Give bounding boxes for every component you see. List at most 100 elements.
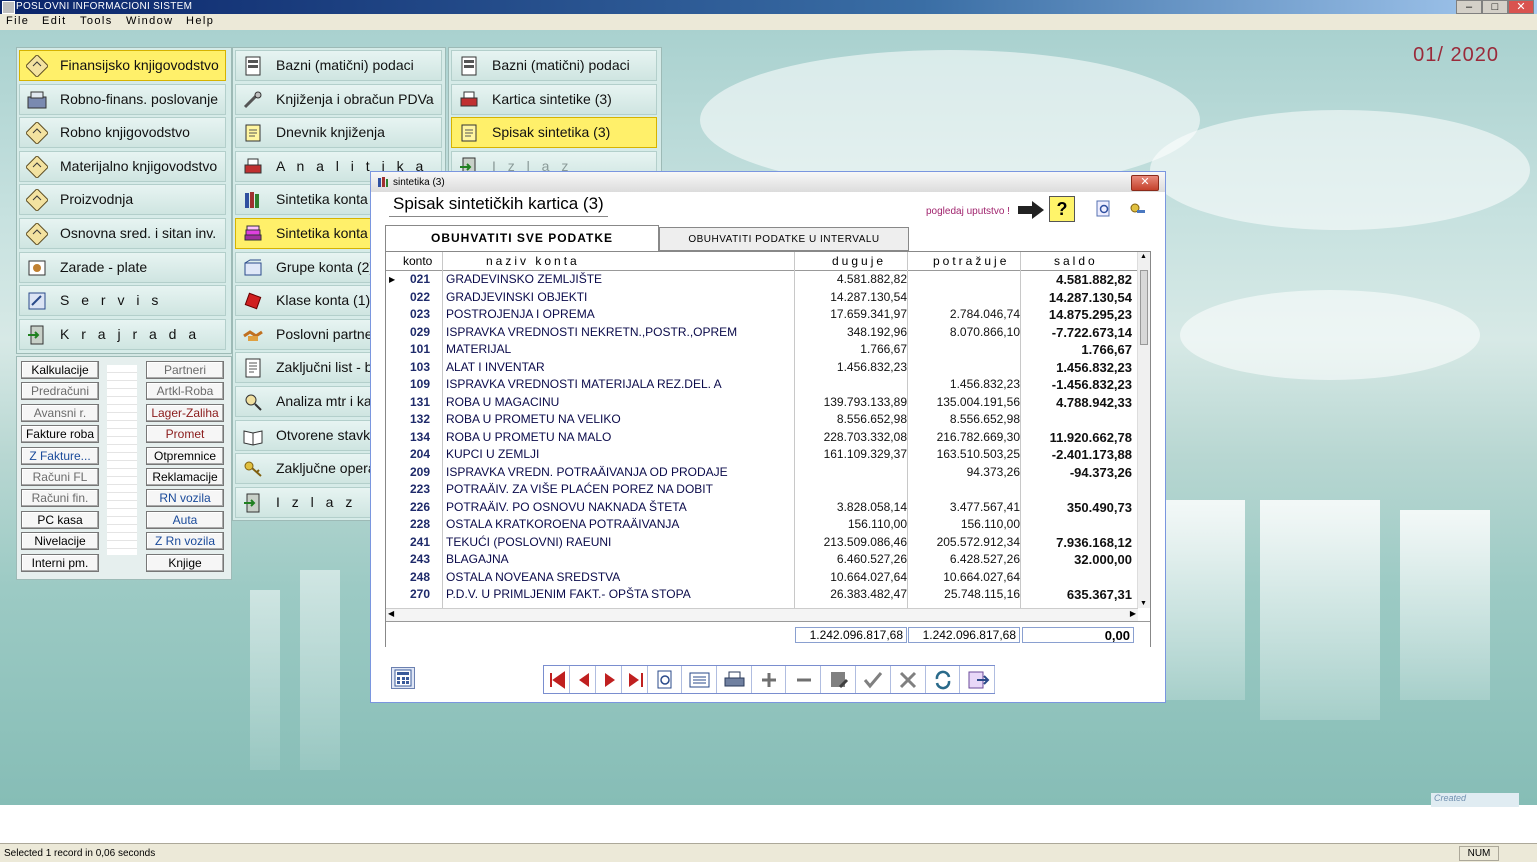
refresh-button[interactable] bbox=[926, 666, 961, 693]
menu-window[interactable]: Window bbox=[126, 15, 174, 27]
table-row[interactable]: 109 ISPRAVKA VREDNOSTI MATERIJALA REZ.DEL… bbox=[386, 376, 1138, 394]
prev-record-button[interactable] bbox=[570, 666, 596, 693]
menu1-item-robno-finans-poslovanje[interactable]: Robno-finans. poslovanje bbox=[19, 83, 226, 115]
table-row[interactable]: 134 ROBA U PROMETU NA MALO 228.703.332,08 2… bbox=[386, 429, 1138, 447]
menu2-item-knjizenja-i-obracun-pdva[interactable]: Knjiženja i obračun PDVa bbox=[235, 83, 442, 115]
col-konto[interactable]: konto bbox=[403, 254, 432, 268]
scroll-right-icon[interactable]: ▶ bbox=[1130, 609, 1136, 618]
table-row[interactable]: ▶ 021 GRADEVINSKO ZEMLJIŠTE 4.581.882,82 4.5… bbox=[386, 271, 1138, 289]
shortcut-promet[interactable]: Promet bbox=[146, 425, 224, 444]
menu1-item-zarade-plate[interactable]: Zarade - plate bbox=[19, 251, 226, 283]
add-button[interactable] bbox=[752, 666, 787, 693]
menu1-item-materijalno-knjigovodstvo[interactable]: Materijalno knjigovodstvo bbox=[19, 150, 226, 182]
menu-help[interactable]: Help bbox=[186, 15, 214, 27]
record-navigation-toolbar bbox=[543, 665, 996, 694]
table-row[interactable]: 228 OSTALA KRATKOROENA POTRAÄIVANJA 156.11… bbox=[386, 516, 1138, 534]
next-record-button[interactable] bbox=[596, 666, 622, 693]
cell-naziv: ROBA U PROMETU NA VELIKO bbox=[446, 412, 621, 426]
table-row[interactable]: 023 POSTROJENJA I OPREMA 17.659.341,97 2.78… bbox=[386, 306, 1138, 324]
table-row[interactable]: 204 KUPCI U ZEMLJI 161.109.329,37 163.510.5… bbox=[386, 446, 1138, 464]
shortcut-fakture-roba[interactable]: Fakture roba bbox=[21, 425, 99, 444]
maximize-button[interactable]: □ bbox=[1482, 0, 1508, 14]
menu1-item-osnovna-sred-i-sitan-inv[interactable]: Osnovna sred. i sitan inv. bbox=[19, 218, 226, 249]
document-zoom-icon[interactable] bbox=[1095, 200, 1113, 218]
shortcut-nivelacije[interactable]: Nivelacije bbox=[21, 532, 99, 551]
tab-interval-data[interactable]: OBUHVATITI PODATKE U INTERVALU bbox=[659, 227, 909, 251]
table-row[interactable]: 101 MATERIJAL 1.766,67 1.766,67 bbox=[386, 341, 1138, 359]
list-view-button[interactable] bbox=[683, 666, 717, 693]
shortcut-kalkulacije[interactable]: Kalkulacije bbox=[21, 361, 99, 379]
edit-button[interactable] bbox=[822, 666, 856, 693]
shortcut-interni-pm[interactable]: Interni pm. bbox=[21, 553, 99, 572]
menu3-item-spisak-sintetika-3[interactable]: Spisak sintetika (3) bbox=[451, 117, 657, 149]
table-row[interactable]: 223 POTRAÄIV. ZA VIŠE PLAĆEN POREZ NA DOB… bbox=[386, 481, 1138, 499]
tab-all-data[interactable]: OBUHVATITI SVE PODATKE bbox=[385, 225, 659, 251]
shortcut-otpremnice[interactable]: Otpremnice bbox=[146, 446, 224, 465]
shortcut-partneri[interactable]: Partneri bbox=[146, 361, 224, 379]
col-duguje[interactable]: duguje bbox=[832, 254, 886, 268]
table-row[interactable]: 132 ROBA U PROMETU NA VELIKO 8.556.652,98 8… bbox=[386, 411, 1138, 429]
menu1-item-robno-knjigovodstvo[interactable]: Robno knjigovodstvo bbox=[19, 117, 226, 149]
shortcut-lager-zaliha[interactable]: Lager-Zaliha bbox=[146, 403, 224, 422]
scroll-left-icon[interactable]: ◀ bbox=[388, 609, 394, 618]
calculator-button[interactable] bbox=[391, 667, 415, 689]
shortcut-rn-vozila[interactable]: RN vozila bbox=[146, 489, 224, 508]
table-row[interactable]: 103 ALAT I INVENTAR 1.456.832,23 1.456.832,… bbox=[386, 359, 1138, 377]
col-naziv[interactable]: naziv konta bbox=[486, 254, 580, 268]
table-row[interactable]: 226 POTRAÄIV. PO OSNOVU NAKNADA ŠTETA 3.82… bbox=[386, 499, 1138, 517]
exit-button[interactable] bbox=[961, 666, 996, 693]
shortcut-auta[interactable]: Auta bbox=[146, 510, 224, 529]
menu1-item-finansijsko-knjigovodstvo[interactable]: Finansijsko knjigovodstvo bbox=[19, 50, 226, 81]
col-potrazuje[interactable]: potražuje bbox=[933, 254, 1009, 268]
help-button[interactable]: ? bbox=[1049, 196, 1075, 222]
shortcut-pc-kasa[interactable]: PC kasa bbox=[21, 510, 99, 529]
table-row[interactable]: 243 BLAGAJNA 6.460.527,26 6.428.527,26 32.00… bbox=[386, 551, 1138, 569]
search-button[interactable] bbox=[648, 666, 682, 693]
last-record-button[interactable] bbox=[622, 666, 648, 693]
first-record-button[interactable] bbox=[544, 666, 570, 693]
menu3-item-kartica-sintetike-3[interactable]: Kartica sintetike (3) bbox=[451, 83, 657, 115]
table-row[interactable]: 209 ISPRAVKA VREDN. POTRAÄIVANJA OD PRODA… bbox=[386, 464, 1138, 482]
shortcut-knjige[interactable]: Knjige bbox=[146, 553, 224, 572]
cell-naziv: ISPRAVKA VREDN. POTRAÄIVANJA OD PRODAJE bbox=[446, 464, 728, 479]
table-row[interactable]: 131 ROBA U MAGACINU 139.793.133,89 135.004.… bbox=[386, 394, 1138, 412]
menu1-item-proizvodnja[interactable]: Proizvodnja bbox=[19, 184, 226, 216]
delete-button[interactable] bbox=[787, 666, 822, 693]
print-button[interactable] bbox=[718, 666, 752, 693]
cancel-button[interactable] bbox=[892, 666, 926, 693]
table-row[interactable]: 241 TEKUĆI (POSLOVNI) RAEUNI 213.509.086,4… bbox=[386, 534, 1138, 552]
table-row[interactable]: 022 GRADJEVINSKI OBJEKTI 14.287.130,54 14.2… bbox=[386, 289, 1138, 307]
minimize-button[interactable]: – bbox=[1456, 0, 1482, 14]
dialog-close-button[interactable]: ✕ bbox=[1131, 175, 1159, 191]
col-saldo[interactable]: saldo bbox=[1054, 254, 1098, 268]
table-row[interactable]: 270 P.D.V. U PRIMLJENIM FAKT.- OPŠTA STOP… bbox=[386, 586, 1138, 604]
scroll-down-icon[interactable]: ▼ bbox=[1140, 600, 1147, 607]
menu-file[interactable]: File bbox=[6, 15, 29, 27]
scroll-thumb[interactable] bbox=[1140, 270, 1148, 345]
shortcut-artkl-roba[interactable]: Artkl-Roba bbox=[146, 382, 224, 401]
vertical-scrollbar[interactable]: ▲ ▼ bbox=[1137, 252, 1150, 608]
menu-tools[interactable]: Tools bbox=[80, 15, 113, 27]
horizontal-scrollbar[interactable]: ◀ ▶ bbox=[386, 608, 1138, 621]
confirm-button[interactable] bbox=[857, 666, 891, 693]
cell-naziv: GRADEVINSKO ZEMLJIŠTE bbox=[446, 272, 603, 286]
table-row[interactable]: 248 OSTALA NOVEANA SREDSTVA 10.664.027,64 1… bbox=[386, 569, 1138, 587]
shortcut-predracuni[interactable]: Predračuni bbox=[21, 382, 99, 401]
menu1-item-k-r-a-j-r-a-d-a[interactable]: K r a j r a d a bbox=[19, 318, 226, 350]
close-button[interactable]: ✕ bbox=[1508, 0, 1534, 14]
scroll-up-icon[interactable]: ▲ bbox=[1140, 253, 1147, 260]
menu3-item-bazni-maticni-podaci[interactable]: Bazni (matični) podaci bbox=[451, 50, 657, 81]
shortcut-z-rn-vozila[interactable]: Z Rn vozila bbox=[146, 532, 224, 551]
menu2-item-bazni-maticni-podaci[interactable]: Bazni (matični) podaci bbox=[235, 50, 442, 81]
shortcut-z-fakture[interactable]: Z Fakture... bbox=[21, 446, 99, 465]
menu1-item-s-e-r-v-i-s[interactable]: S e r v i s bbox=[19, 285, 226, 317]
menu2-item-dnevnik-knjizenja[interactable]: Dnevnik knjiženja bbox=[235, 117, 442, 149]
shortcut-racuni-fl[interactable]: Računi FL bbox=[21, 468, 99, 486]
key-settings-icon[interactable] bbox=[1129, 202, 1147, 218]
shortcut-racuni-fin[interactable]: Računi fin. bbox=[21, 489, 99, 508]
cell-duguje: 348.192,96 bbox=[846, 324, 907, 339]
table-row[interactable]: 029 ISPRAVKA VREDNOSTI NEKRETN.,POSTR.,OP… bbox=[386, 324, 1138, 342]
shortcut-reklamacije[interactable]: Reklamacije bbox=[146, 468, 224, 486]
shortcut-avansni-r[interactable]: Avansni r. bbox=[21, 403, 99, 422]
menu-edit[interactable]: Edit bbox=[42, 15, 67, 27]
